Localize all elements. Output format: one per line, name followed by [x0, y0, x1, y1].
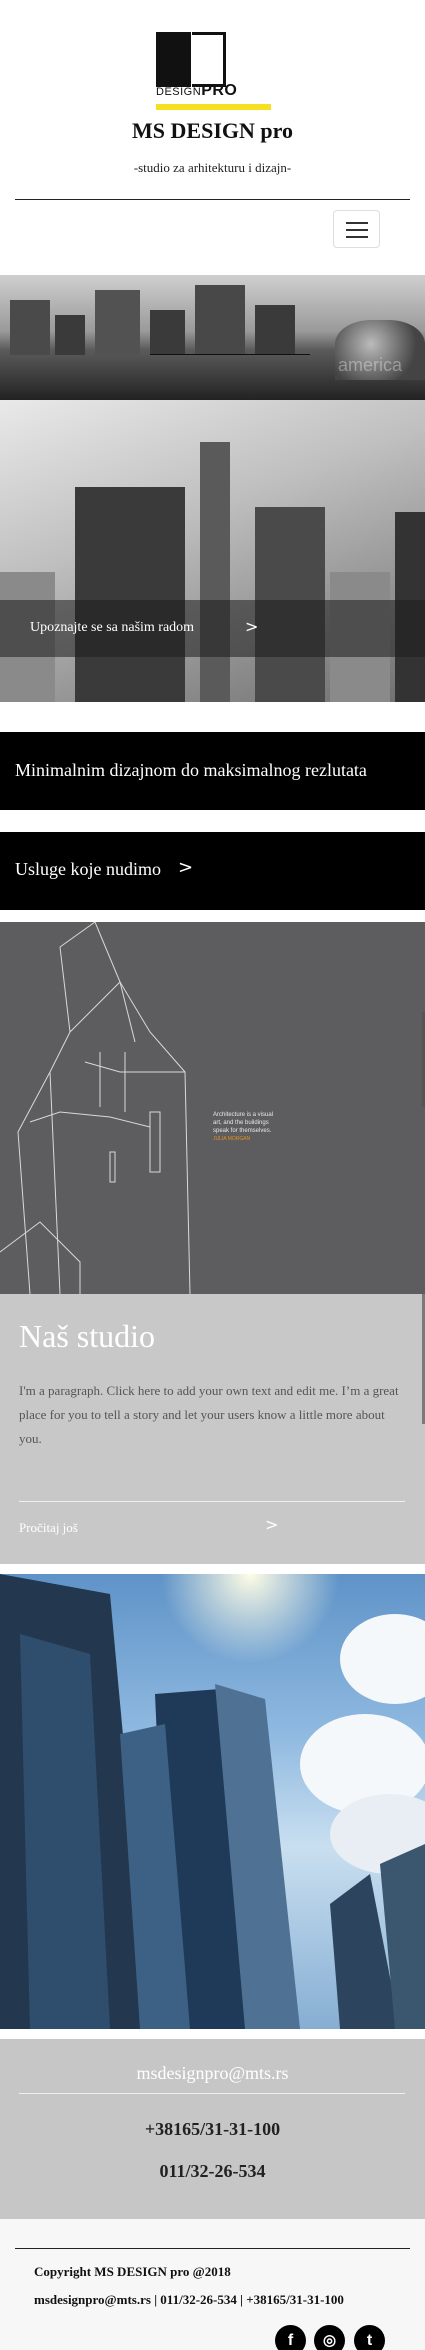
- building: [200, 442, 230, 702]
- footer-divider: [15, 2248, 410, 2249]
- towers-drawing: [0, 1574, 425, 2029]
- building: [75, 487, 185, 702]
- logo-design-text: DESIGN: [156, 86, 202, 98]
- footer-copyright: Copyright MS DESIGN pro @2018: [34, 2264, 231, 2279]
- contact-phone-landline[interactable]: 011/32-26-534: [0, 2161, 425, 2182]
- read-more-link[interactable]: Pročitaj još: [19, 1520, 78, 1536]
- site-title: MS DESIGN pro: [132, 118, 293, 143]
- services-link[interactable]: Usluge koje nudimo: [15, 859, 161, 880]
- slogan-text: Minimalnim dizajnom do maksimalnog rezlu…: [15, 760, 367, 780]
- studio-title: Naš studio: [19, 1318, 155, 1354]
- chevron-right-icon[interactable]: >: [245, 617, 258, 636]
- site-header: DESIGNPRO MS DESIGN pro -studio za arhit…: [0, 0, 425, 275]
- logo-wordmark: DESIGNPRO: [156, 82, 271, 100]
- contact-email[interactable]: msdesignpro@mts.rs: [0, 2063, 425, 2084]
- footer-contacts: msdesignpro@mts.rs | 011/32-26-534 | +38…: [34, 2292, 344, 2307]
- chevron-right-icon[interactable]: >: [265, 1515, 278, 1534]
- watermark-text: america: [338, 355, 403, 375]
- hero-city-river-image: america: [0, 275, 425, 400]
- services-band[interactable]: Usluge koje nudimo >: [0, 832, 425, 910]
- logo-pro-text: PRO: [201, 82, 238, 99]
- menu-button[interactable]: [333, 210, 380, 248]
- contact-section: msdesignpro@mts.rs +38165/31-31-100 011/…: [0, 2039, 425, 2219]
- logo-yellow-bar: [156, 104, 271, 110]
- hero-caption-bar[interactable]: Upoznajte se sa našim radom >: [0, 600, 425, 657]
- quote-text: Architecture is a visual art, and the bu…: [213, 1112, 274, 1134]
- hamburger-icon-line: [346, 229, 368, 231]
- hamburger-icon: [346, 222, 368, 224]
- twitter-icon[interactable]: t: [354, 2325, 385, 2350]
- studio-section: Naš studio I'm a paragraph. Click here t…: [0, 1294, 425, 1564]
- header-divider: [15, 199, 410, 200]
- site-footer: Copyright MS DESIGN pro @2018 msdesignpr…: [0, 2219, 425, 2350]
- hamburger-icon-line: [346, 236, 368, 238]
- facebook-icon[interactable]: f: [275, 2325, 306, 2350]
- quote-author: JULIA MORGAN: [213, 1136, 251, 1142]
- slogan-band: Minimalnim dizajnom do maksimalnog rezlu…: [0, 732, 425, 810]
- hero-caption-link[interactable]: Upoznajte se sa našim radom: [30, 620, 194, 636]
- sketch-quote: Architecture is a visual art, and the bu…: [213, 1111, 283, 1143]
- studio-paragraph: I'm a paragraph. Click here to add your …: [19, 1383, 399, 1446]
- hero-skyscrapers-image: Upoznajte se sa našim radom >: [0, 400, 425, 702]
- glass-towers-image: [0, 1574, 425, 2029]
- architecture-sketch-image: Architecture is a visual art, and the bu…: [0, 922, 425, 1294]
- chevron-right-icon[interactable]: >: [178, 857, 193, 878]
- site-tagline: -studio za arhitekturu i dizajn-: [133, 160, 292, 175]
- studio-divider: [19, 1501, 405, 1502]
- contact-divider: [19, 2093, 405, 2094]
- site-logo[interactable]: DESIGNPRO: [156, 32, 271, 112]
- instagram-icon[interactable]: ◎: [314, 2325, 345, 2350]
- contact-phone-mobile[interactable]: +38165/31-31-100: [0, 2119, 425, 2140]
- logo-s-block: [192, 32, 226, 87]
- sketch-drawing: [0, 922, 191, 1294]
- logo-m-block: [156, 32, 191, 87]
